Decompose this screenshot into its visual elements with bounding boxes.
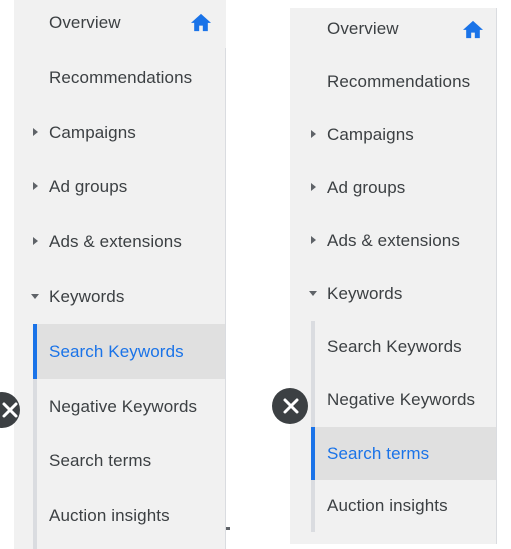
close-button[interactable] [272, 388, 308, 424]
nav-item-negative-keywords[interactable]: Negative Keywords [14, 384, 225, 430]
nav-item-campaigns[interactable]: Campaigns [290, 113, 496, 157]
nav-item-recommendations[interactable]: Recommendations [290, 60, 496, 104]
chevron-right-icon[interactable] [311, 183, 316, 191]
chevron-down-icon[interactable] [309, 291, 317, 296]
home-icon [463, 20, 483, 39]
nav-item-label: Search Keywords [49, 342, 184, 361]
nav-item-keywords[interactable]: Keywords [14, 274, 225, 320]
nav-item-label: Ads & extensions [49, 232, 182, 251]
chevron-right-icon[interactable] [33, 182, 38, 190]
chevron-right-icon[interactable] [33, 128, 38, 136]
close-icon [2, 402, 18, 418]
active-indicator [33, 324, 37, 379]
nav-item-overview[interactable]: Overview [290, 8, 496, 50]
nav-item-auction-insights[interactable]: Auction insights [14, 493, 225, 539]
nav-item-label: Recommendations [327, 72, 471, 91]
nav-item-label: Recommendations [49, 68, 193, 87]
nav-item-label: Overview [49, 13, 121, 32]
divider-mark [226, 527, 230, 530]
nav-item-ads-extensions[interactable]: Ads & extensions [14, 219, 225, 265]
nav-item-ads-extensions[interactable]: Ads & extensions [290, 219, 496, 263]
nav-item-label: Search Keywords [327, 337, 462, 356]
nav-item-label: Overview [327, 19, 399, 38]
home-icon [191, 13, 211, 32]
chevron-right-icon[interactable] [311, 130, 316, 138]
nav-item-search-terms[interactable]: Search terms [311, 427, 496, 480]
nav-item-label: Search terms [327, 444, 430, 463]
nav-item-negative-keywords[interactable]: Negative Keywords [290, 378, 496, 422]
nav-item-search-keywords[interactable]: Search Keywords [33, 324, 225, 379]
nav-item-label: Search terms [49, 451, 152, 470]
nav-item-label: Keywords [49, 287, 125, 306]
nav-item-campaigns[interactable]: Campaigns [14, 110, 225, 156]
nav-item-label: Keywords [327, 284, 403, 303]
nav-panel-after: Overview Recommendations Campaigns Ad gr… [290, 8, 497, 544]
nav-item-label: Campaigns [49, 123, 136, 142]
nav-item-recommendations[interactable]: Recommendations [14, 55, 225, 101]
chevron-right-icon[interactable] [33, 237, 38, 245]
nav-item-label: Ad groups [49, 177, 128, 196]
nav-item-search-terms[interactable]: Search terms [14, 438, 225, 484]
nav-item-label: Negative Keywords [49, 397, 198, 416]
nav-item-ad-groups[interactable]: Ad groups [14, 164, 225, 210]
nav-item-label: Auction insights [49, 506, 170, 525]
nav-item-ad-groups[interactable]: Ad groups [290, 166, 496, 210]
nav-panel-before: Overview Recommendations Campaigns Ad gr… [14, 0, 226, 549]
close-button[interactable] [0, 392, 20, 428]
nav-item-auction-insights[interactable]: Auction insights [290, 484, 496, 528]
chevron-right-icon[interactable] [311, 236, 316, 244]
nav-item-label: Negative Keywords [327, 390, 476, 409]
nav-item-overview[interactable]: Overview [14, 0, 225, 46]
nav-item-label: Ad groups [327, 178, 406, 197]
close-icon [283, 398, 299, 414]
chevron-down-icon[interactable] [31, 294, 39, 299]
nav-item-label: Campaigns [327, 125, 414, 144]
active-indicator [311, 427, 315, 480]
nav-item-search-keywords[interactable]: Search Keywords [290, 325, 496, 369]
nav-item-label: Ads & extensions [327, 231, 460, 250]
nav-item-label: Auction insights [327, 496, 448, 515]
nav-item-keywords[interactable]: Keywords [290, 272, 496, 316]
